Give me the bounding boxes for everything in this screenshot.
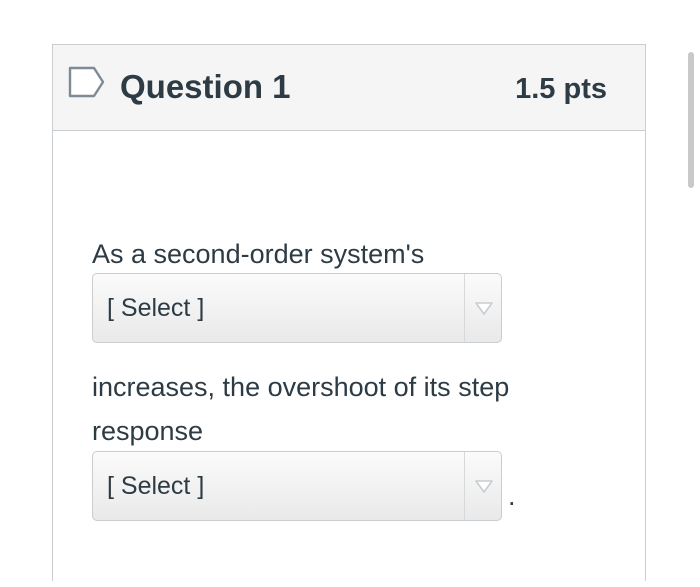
question-title: Question 1	[120, 68, 291, 105]
question-text-part-2: increases, the overshoot of its step	[92, 372, 510, 402]
chevron-down-icon	[475, 480, 493, 493]
question-text-part-3: response	[92, 416, 204, 446]
question-text-part-1: As a second-order system's	[92, 239, 425, 269]
question-points: 1.5 pts	[515, 73, 607, 105]
trailing-period: .	[508, 481, 516, 511]
question-header: Question 1 1.5 pts	[53, 45, 645, 131]
question-card: Question 1 1.5 pts As a second-order sys…	[52, 44, 646, 581]
dropdown-select-2[interactable]: [ Select ]	[92, 451, 502, 521]
chevron-down-icon	[475, 302, 493, 315]
dropdown-1-divider	[464, 274, 465, 342]
flag-outline-icon[interactable]	[67, 65, 107, 99]
dropdown-1-value: [ Select ]	[107, 294, 205, 322]
dropdown-2-value: [ Select ]	[107, 472, 205, 500]
page-scrollbar[interactable]	[688, 52, 694, 188]
dropdown-2-divider	[464, 452, 465, 520]
dropdown-select-1[interactable]: [ Select ]	[92, 273, 502, 343]
